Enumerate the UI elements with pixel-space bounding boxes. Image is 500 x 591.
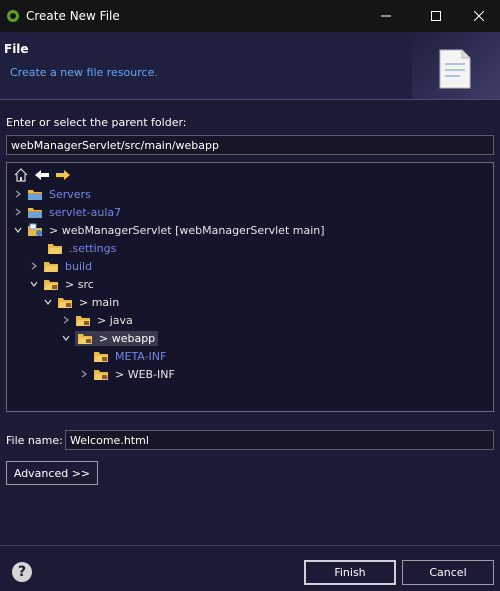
- tree-item-settings[interactable]: .settings: [33, 239, 119, 257]
- wizard-subtitle: Create a new file resource.: [10, 66, 158, 79]
- chevron-right-icon[interactable]: [79, 369, 89, 379]
- tree-item-servlet-aula7[interactable]: servlet-aula7: [13, 203, 124, 221]
- close-button[interactable]: [456, 0, 500, 32]
- title-bar: Create New File: [0, 0, 500, 32]
- chevron-right-icon[interactable]: [13, 207, 23, 217]
- parent-folder-label: Enter or select the parent folder:: [6, 116, 187, 129]
- package-folder-icon: [58, 298, 72, 308]
- wizard-title: File: [4, 42, 29, 56]
- tree-item-src[interactable]: > src: [29, 275, 97, 293]
- folder-icon: [48, 244, 62, 254]
- tree-item-build[interactable]: build: [29, 257, 95, 275]
- folder-icon: [28, 208, 42, 218]
- tree-item-java[interactable]: > java: [61, 311, 136, 329]
- package-folder-icon: [94, 370, 108, 380]
- tree-item-label: build: [65, 259, 93, 273]
- selection-highlight: > webapp: [75, 330, 159, 346]
- folder-tree[interactable]: Servers servlet-aula7 > webManagerServle…: [6, 162, 494, 412]
- tree-item-label: servlet-aula7: [49, 205, 122, 219]
- package-folder-icon: [94, 352, 108, 362]
- eclipse-app-icon: [7, 10, 19, 22]
- cancel-button[interactable]: Cancel: [402, 560, 494, 585]
- folder-icon: [44, 262, 58, 272]
- tree-item-label: > webManagerServlet [webManagerServlet m…: [49, 223, 325, 237]
- finish-button[interactable]: Finish: [304, 560, 396, 585]
- tree-item-label: > src: [65, 277, 94, 291]
- chevron-right-icon[interactable]: [29, 261, 39, 271]
- tree-item-label: META-INF: [115, 349, 167, 363]
- tree-item-label: > main: [79, 295, 120, 309]
- tree-item-label: > java: [97, 313, 133, 327]
- footer-divider: [0, 545, 500, 546]
- chevron-right-icon[interactable]: [61, 315, 71, 325]
- wizard-header: File Create a new file resource.: [0, 32, 500, 100]
- chevron-down-icon[interactable]: [61, 333, 71, 343]
- package-folder-icon: [76, 316, 90, 326]
- file-name-label: File name:: [6, 434, 63, 447]
- back-arrow-icon[interactable]: [34, 167, 50, 183]
- home-icon[interactable]: [13, 167, 29, 183]
- tree-item-label: Servers: [49, 187, 91, 201]
- forward-arrow-icon[interactable]: [55, 167, 71, 183]
- advanced-button[interactable]: Advanced >>: [6, 461, 98, 485]
- window-title: Create New File: [26, 9, 120, 23]
- advanced-button-label: Advanced >>: [13, 466, 91, 480]
- folder-icon: [28, 190, 42, 200]
- chevron-right-icon[interactable]: [13, 189, 23, 199]
- cancel-button-label: Cancel: [429, 566, 467, 579]
- tree-item-meta-inf[interactable]: META-INF: [79, 347, 169, 365]
- help-icon[interactable]: ?: [12, 562, 32, 582]
- tree-item-label: > webapp: [99, 331, 156, 345]
- package-folder-icon: [44, 280, 58, 290]
- maximize-button[interactable]: [413, 0, 459, 32]
- file-name-input[interactable]: [65, 430, 494, 450]
- package-folder-icon: [78, 334, 92, 344]
- chevron-down-icon[interactable]: [29, 279, 39, 289]
- new-file-banner-icon: [439, 49, 471, 89]
- chevron-down-icon[interactable]: [13, 225, 23, 235]
- tree-item-main[interactable]: > main: [43, 293, 122, 311]
- help-glyph: ?: [17, 564, 27, 580]
- finish-button-label: Finish: [334, 566, 366, 579]
- project-icon: [28, 223, 42, 236]
- chevron-down-icon[interactable]: [43, 297, 53, 307]
- tree-item-servers[interactable]: Servers: [13, 185, 94, 203]
- tree-item-webmanagerservlet[interactable]: > webManagerServlet [webManagerServlet m…: [13, 221, 328, 239]
- minimize-button[interactable]: [363, 0, 409, 32]
- tree-item-web-inf[interactable]: > WEB-INF: [79, 365, 178, 383]
- tree-item-webapp[interactable]: > webapp: [61, 329, 159, 347]
- tree-item-label: .settings: [69, 241, 117, 255]
- parent-folder-input[interactable]: [6, 135, 494, 155]
- tree-item-label: > WEB-INF: [115, 367, 175, 381]
- tree-toolbar: [13, 167, 71, 183]
